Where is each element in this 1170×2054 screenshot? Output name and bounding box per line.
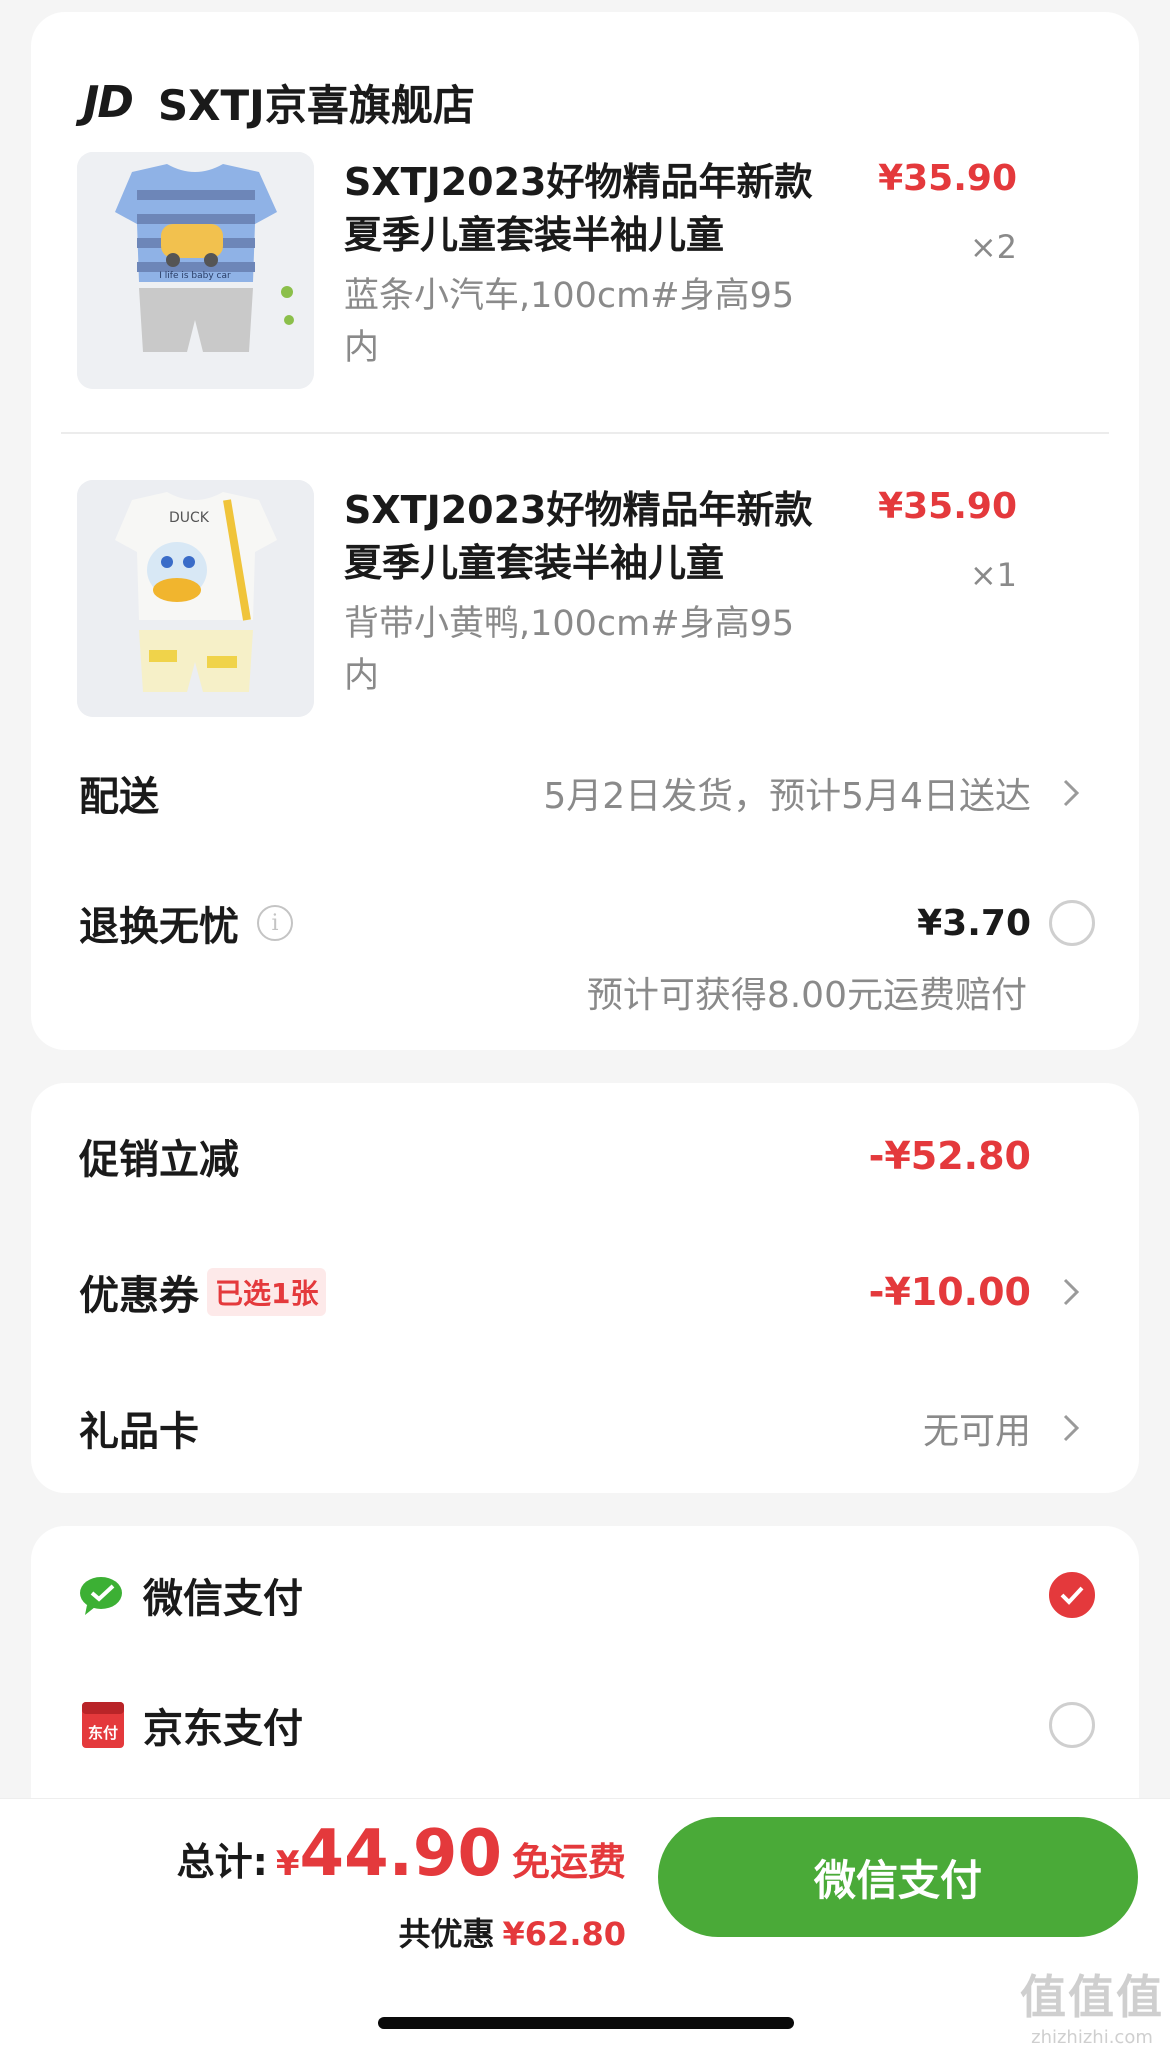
shipping-note: 免运费 [511, 1840, 626, 1884]
total-line: 总计: ¥ 44.90 免运费 [177, 1817, 626, 1891]
payment-radio[interactable] [1049, 1702, 1095, 1748]
watermark-url: zhizhizhi.com [1031, 2027, 1153, 2048]
payment-option-label: 京东支付 [143, 1706, 303, 1752]
watermark-logo: 值值值 [1020, 1970, 1164, 2024]
product-price: ¥35.90 [878, 158, 1017, 199]
info-icon[interactable]: i [257, 905, 293, 941]
return-insurance-note: 预计可获得8.00元运费赔付 [586, 975, 1027, 1016]
home-indicator [378, 2017, 794, 2029]
total-label: 总计: [176, 1840, 268, 1884]
payment-option-jd[interactable]: 东付 京东支付 [79, 1696, 1095, 1754]
product-title[interactable]: SXTJ2023好物精品年新款夏季儿童套装半袖儿童 [344, 156, 814, 262]
order-card: JD SXTJ京喜旗舰店 I life is baby car SXTJ2023… [31, 12, 1139, 1050]
pay-button[interactable]: 微信支付 [658, 1817, 1138, 1937]
checkout-bar: 总计: ¥ 44.90 免运费 共优惠 ¥62.80 微信支付 值值值 zhiz… [0, 1798, 1170, 2054]
gift-card-value: 无可用 [922, 1411, 1031, 1452]
product-quantity: ×2 [969, 228, 1017, 266]
selected-check-icon[interactable] [1049, 1572, 1095, 1618]
gift-card-label: 礼品卡 [79, 1409, 199, 1455]
currency-symbol: ¥ [275, 1844, 300, 1884]
promo-value: -¥52.80 [868, 1134, 1031, 1178]
return-insurance-price: ¥3.70 [917, 902, 1031, 944]
divider [61, 432, 1109, 434]
delivery-value: 5月2日发货，预计5月4日送达 [543, 776, 1031, 817]
return-insurance-radio[interactable] [1049, 900, 1095, 946]
product-spec: 蓝条小汽车,100cm#身高95内 [344, 276, 795, 368]
product-item[interactable]: DUCK SXTJ2023好物精品年新款夏季儿童套装半袖儿童 背带小黄鸭,100… [77, 480, 1093, 720]
payment-option-label: 微信支付 [143, 1576, 303, 1622]
product-image[interactable]: I life is baby car [77, 152, 314, 389]
shirt-print-text: I life is baby car [159, 271, 231, 281]
saved-line: 共优惠 ¥62.80 [399, 1909, 627, 1955]
jd-pay-icon: 东付 [79, 1701, 127, 1749]
product-title[interactable]: SXTJ2023好物精品年新款夏季儿童套装半袖儿童 [344, 484, 814, 590]
jd-logo: JD [83, 76, 134, 128]
delivery-row[interactable]: 配送 5月2日发货，预计5月4日送达 [79, 764, 1095, 822]
discount-card: 促销立减 -¥52.80 优惠券 已选1张 -¥10.00 礼品卡 无可用 [31, 1083, 1139, 1493]
delivery-label: 配送 [79, 774, 159, 820]
saved-amount: ¥62.80 [502, 1915, 626, 1953]
watermark: 值值值 zhizhizhi.com [1020, 1961, 1164, 2048]
product-item[interactable]: I life is baby car SXTJ2023好物精品年新款夏季儿童套装… [77, 152, 1093, 392]
product-image-shirt-duck: DUCK [77, 480, 314, 717]
product-image-shirt-car: I life is baby car [77, 152, 314, 389]
wechat-pay-icon [79, 1571, 127, 1619]
return-insurance-label: 退换无忧 [79, 904, 239, 950]
store-name: SXTJ京喜旗舰店 [157, 80, 475, 130]
chevron-right-icon [1047, 1268, 1095, 1316]
gift-card-row[interactable]: 礼品卡 无可用 [79, 1399, 1095, 1457]
svg-text:东付: 东付 [88, 1724, 118, 1742]
coupon-value: -¥10.00 [868, 1270, 1031, 1314]
total-amount: 44.90 [299, 1817, 502, 1891]
chevron-right-icon [1047, 769, 1095, 817]
promo-label: 促销立减 [79, 1137, 239, 1183]
return-insurance-row: 退换无忧 i ¥3.70 [79, 894, 1095, 952]
product-price: ¥35.90 [878, 486, 1017, 527]
coupon-row[interactable]: 优惠券 已选1张 -¥10.00 [79, 1263, 1095, 1321]
product-spec: 背带小黄鸭,100cm#身高95内 [344, 604, 795, 696]
coupon-tag: 已选1张 [207, 1268, 327, 1316]
shirt-print-text: DUCK [169, 510, 210, 526]
payment-option-wechat[interactable]: 微信支付 [79, 1566, 1095, 1624]
payment-card: 微信支付 东付 京东支付 [31, 1526, 1139, 1826]
store-header[interactable]: JD SXTJ京喜旗舰店 [83, 72, 475, 132]
chevron-right-icon [1047, 1404, 1095, 1452]
product-image[interactable]: DUCK [77, 480, 314, 717]
product-quantity: ×1 [969, 556, 1017, 594]
coupon-label: 优惠券 [79, 1273, 199, 1319]
saved-label: 共优惠 [398, 1915, 495, 1953]
promo-row: 促销立减 -¥52.80 [79, 1127, 1095, 1185]
